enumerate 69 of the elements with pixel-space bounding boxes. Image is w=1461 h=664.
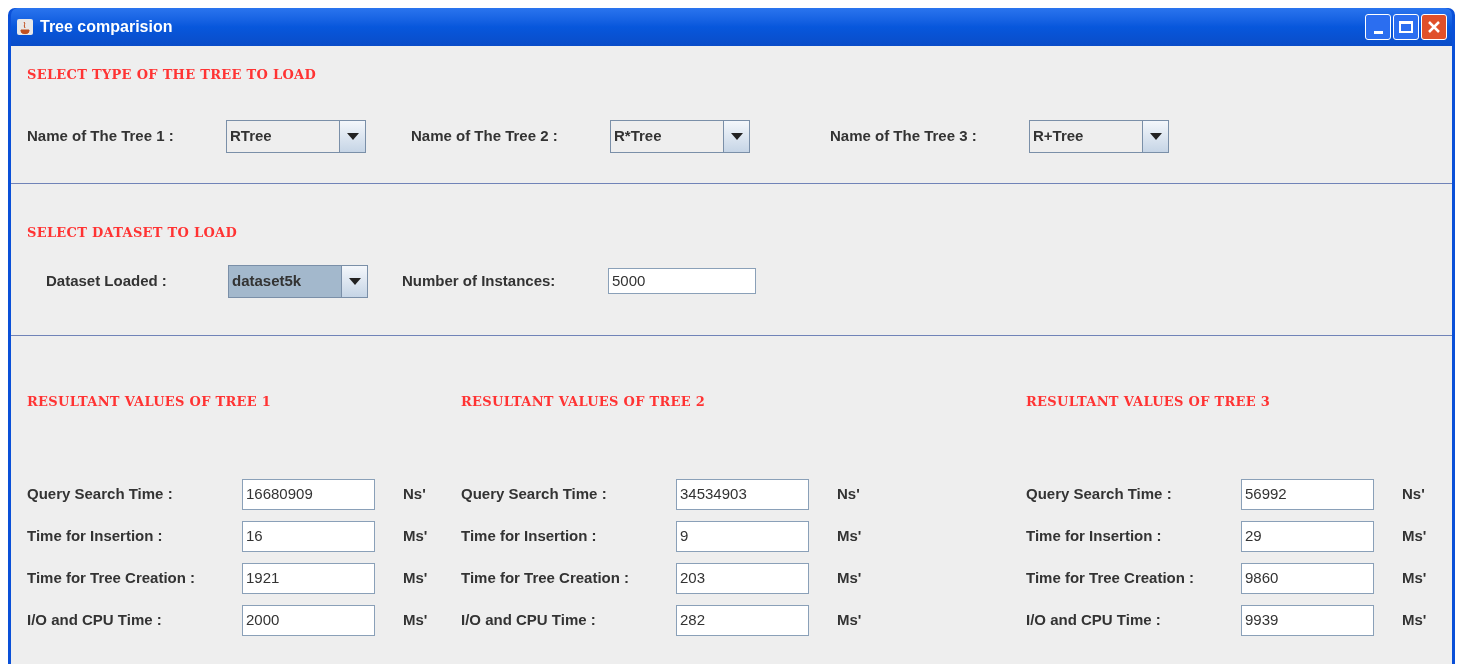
metric-label: I/O and CPU Time :: [461, 609, 597, 630]
dropdown-arrow-button[interactable]: [1142, 120, 1168, 152]
value-field[interactable]: 203: [676, 562, 809, 594]
dropdown-arrow-button[interactable]: [339, 120, 365, 152]
metric-label: I/O and CPU Time :: [1026, 609, 1162, 630]
metric-label: Time for Tree Creation :: [27, 567, 197, 588]
tree-name-label: Name of The Tree 3 :: [830, 125, 978, 146]
unit-label: Ms': [837, 609, 862, 630]
metric-label: I/O and CPU Time :: [27, 609, 163, 630]
unit-label: Ns': [837, 483, 860, 504]
dropdown-value: R+Tree: [1032, 125, 1085, 146]
metric-label: Query Search Time :: [1026, 483, 1173, 504]
dropdown-arrow-button[interactable]: [723, 120, 749, 152]
unit-label: Ms': [837, 525, 862, 546]
value-field[interactable]: 9939: [1241, 604, 1374, 636]
metric-label: Time for Insertion :: [27, 525, 164, 546]
value-field[interactable]: 2000: [242, 604, 375, 636]
unit-label: Ns': [1402, 483, 1425, 504]
section-heading: RESULTANT VALUES OF TREE 1: [27, 393, 273, 411]
value-field[interactable]: 16: [242, 520, 375, 552]
value-field[interactable]: 282: [676, 604, 809, 636]
value-field[interactable]: 9860: [1241, 562, 1374, 594]
metric-label: Time for Tree Creation :: [461, 567, 631, 588]
unit-label: Ms': [403, 567, 428, 588]
section-heading: RESULTANT VALUES OF TREE 3: [1026, 393, 1272, 411]
section-heading: RESULTANT VALUES OF TREE 2: [461, 393, 707, 411]
tree-dropdown[interactable]: RTree: [226, 119, 366, 153]
caret-icon: [348, 277, 361, 285]
metric-label: Time for Insertion :: [1026, 525, 1163, 546]
caret-icon: [1149, 132, 1162, 140]
metric-label: Time for Tree Creation :: [1026, 567, 1196, 588]
value-field[interactable]: 34534903: [676, 478, 809, 510]
value-field[interactable]: 56992: [1241, 478, 1374, 510]
maximize-button[interactable]: [1393, 14, 1419, 40]
value-field[interactable]: 1921: [242, 562, 375, 594]
instances-field[interactable]: 5000: [608, 268, 756, 294]
tree-dropdown[interactable]: R+Tree: [1029, 119, 1169, 153]
tree-name-label: Name of The Tree 1 :: [27, 125, 175, 146]
dropdown-value: R*Tree: [613, 125, 663, 146]
unit-label: Ms': [403, 525, 428, 546]
metric-label: Query Search Time :: [27, 483, 174, 504]
unit-label: Ms': [403, 609, 428, 630]
dropdown-arrow-button[interactable]: [341, 265, 367, 297]
metric-label: Time for Insertion :: [461, 525, 598, 546]
unit-label: Ns': [403, 483, 426, 504]
tree-name-label: Name of The Tree 2 :: [411, 125, 559, 146]
tree-dropdown[interactable]: R*Tree: [610, 119, 750, 153]
dataset-label: Dataset Loaded :: [46, 270, 168, 291]
section-heading: SELECT DATASET TO LOAD: [27, 224, 239, 242]
value-field[interactable]: 16680909: [242, 478, 375, 510]
java-cup-icon: [16, 18, 34, 36]
caret-icon: [346, 132, 359, 140]
dropdown-value: RTree: [229, 125, 273, 146]
unit-label: Ms': [1402, 609, 1427, 630]
instances-label: Number of Instances:: [402, 270, 557, 291]
dropdown-value: dataset5k: [231, 270, 303, 291]
value-field[interactable]: 9: [676, 520, 809, 552]
close-button[interactable]: [1421, 14, 1447, 40]
caret-icon: [730, 132, 743, 140]
section-heading: SELECT TYPE OF THE TREE TO LOAD: [27, 66, 317, 84]
unit-label: Ms': [837, 567, 862, 588]
close-icon: [1427, 20, 1441, 34]
unit-label: Ms': [1402, 567, 1427, 588]
window-title: Tree comparision: [40, 17, 174, 37]
unit-label: Ms': [1402, 525, 1427, 546]
minimize-button[interactable]: [1365, 14, 1391, 40]
value-field[interactable]: 29: [1241, 520, 1374, 552]
metric-label: Query Search Time :: [461, 483, 608, 504]
tree-dropdown[interactable]: dataset5k: [228, 264, 368, 298]
